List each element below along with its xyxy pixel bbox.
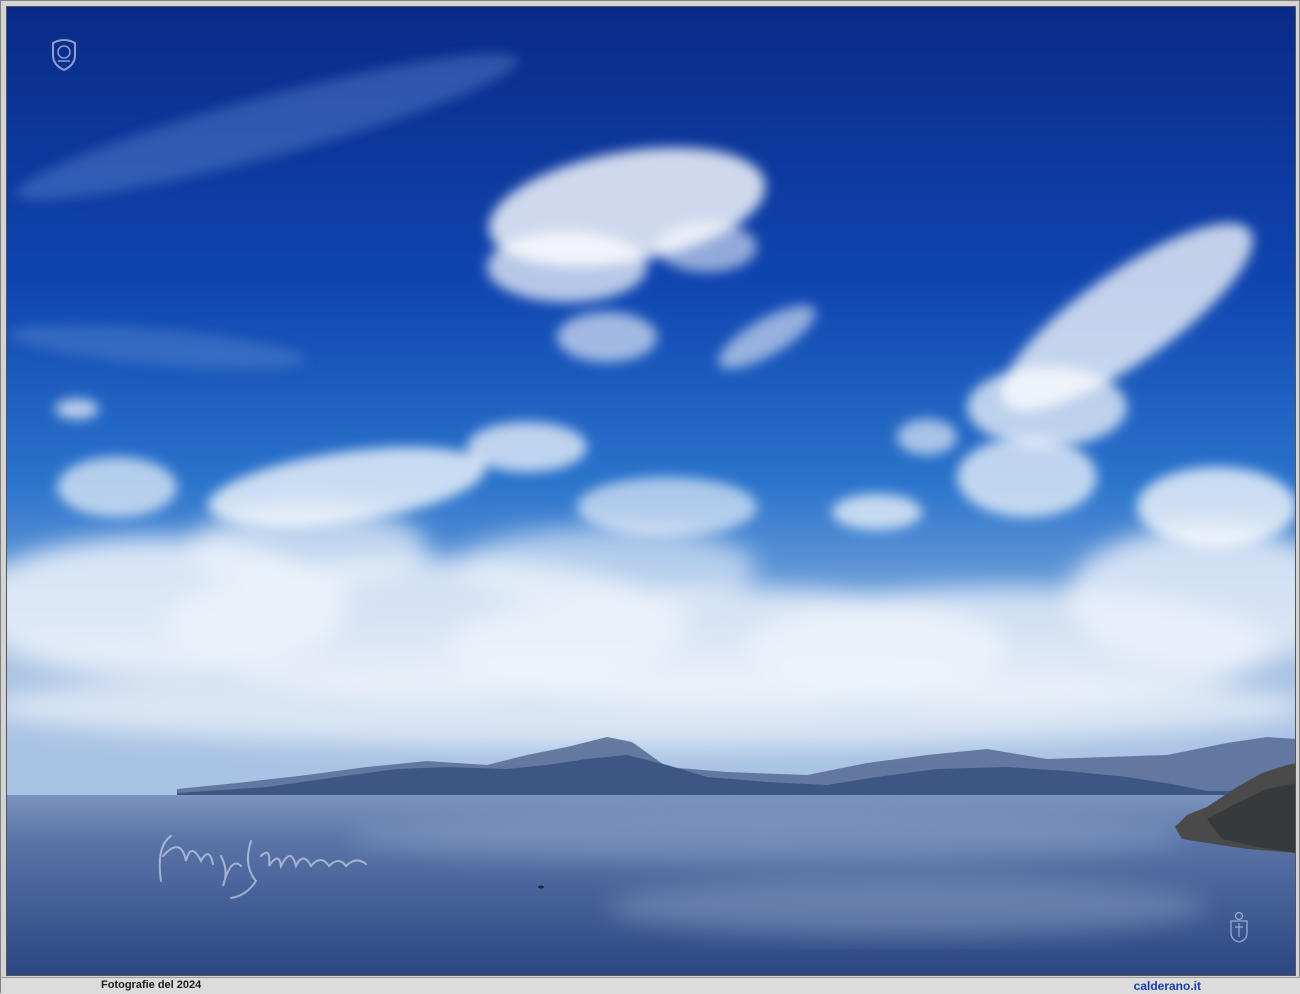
site-link[interactable]: calderano.it	[1134, 979, 1201, 993]
signature-mark	[158, 835, 367, 899]
caption-year: Fotografie del 2024	[101, 979, 202, 991]
caption-bar: Fotografie del 2024 calderano.it	[1, 977, 1300, 994]
crest-icon	[1230, 911, 1248, 943]
crest-icon	[52, 39, 76, 71]
photo-frame: Fotografie del 2024 calderano.it	[0, 0, 1300, 994]
boat	[538, 885, 544, 889]
